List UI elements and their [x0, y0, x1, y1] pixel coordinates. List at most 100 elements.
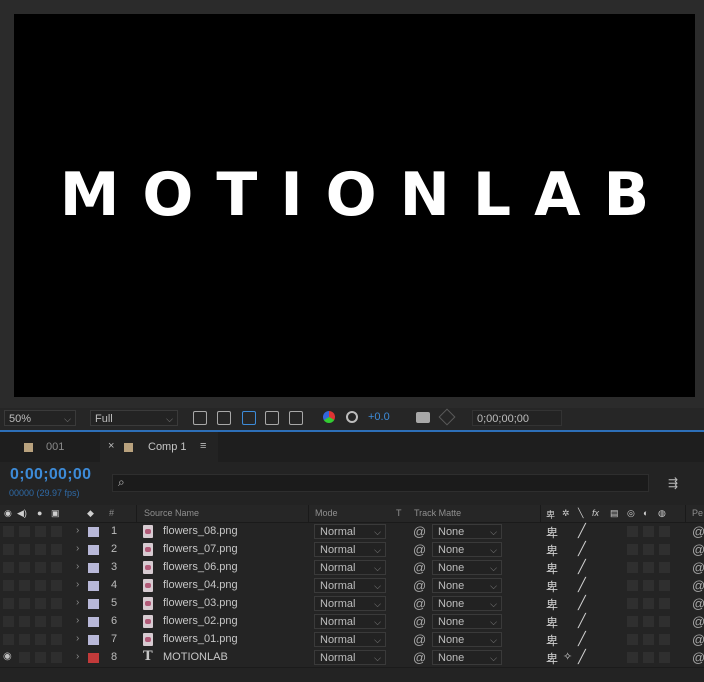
show-snapshot-icon[interactable] [438, 408, 456, 426]
3d-switch[interactable] [659, 598, 670, 609]
track-matte-pickwhip-icon[interactable]: @ [413, 650, 426, 665]
track-matte-pickwhip-icon[interactable]: @ [413, 596, 426, 611]
audio-toggle[interactable] [19, 616, 30, 627]
track-matte-dropdown[interactable]: None ⌵ [432, 560, 502, 575]
3d-switch[interactable] [659, 544, 670, 555]
shy-switch-icon[interactable]: 卑 [546, 596, 558, 613]
track-matte-pickwhip-icon[interactable]: @ [413, 524, 426, 539]
track-matte-dropdown[interactable]: None ⌵ [432, 524, 502, 539]
transparency-grid-icon[interactable] [217, 411, 231, 425]
quality-switch-icon[interactable]: ╲ [578, 508, 583, 519]
quality-switch-icon[interactable]: ╱ [578, 613, 586, 629]
layer-search-input[interactable]: ⌕ [112, 474, 649, 492]
solo-toggle[interactable] [35, 616, 46, 627]
quality-switch-icon[interactable]: ╱ [578, 541, 586, 557]
blend-mode-dropdown[interactable]: Normal ⌵ [314, 632, 386, 647]
blend-mode-dropdown[interactable]: Normal ⌵ [314, 578, 386, 593]
layer-source-name[interactable]: flowers_04.png [163, 579, 238, 591]
blend-mode-dropdown[interactable]: Normal ⌵ [314, 560, 386, 575]
solo-toggle[interactable] [35, 652, 46, 663]
expand-chevron-icon[interactable]: › [76, 525, 79, 536]
adjustment-switch[interactable] [643, 616, 654, 627]
shy-switch-icon[interactable]: 卑 [546, 632, 558, 649]
adjustment-switch[interactable] [643, 598, 654, 609]
parent-pickwhip-icon[interactable]: @ [692, 560, 704, 575]
expand-chevron-icon[interactable]: › [76, 579, 79, 590]
parent-pickwhip-icon[interactable]: @ [692, 542, 704, 557]
motion-blur-switch[interactable] [627, 544, 638, 555]
layer-source-name[interactable]: MOTIONLAB [163, 651, 228, 663]
track-matte-dropdown[interactable]: None ⌵ [432, 632, 502, 647]
shy-switch-icon[interactable]: 卑 [546, 560, 558, 577]
expand-chevron-icon[interactable]: › [76, 561, 79, 572]
track-matte-dropdown[interactable]: None ⌵ [432, 578, 502, 593]
track-matte-pickwhip-icon[interactable]: @ [413, 542, 426, 557]
snapshot-camera-icon[interactable] [416, 412, 430, 423]
expand-chevron-icon[interactable]: › [76, 651, 79, 662]
3d-switch[interactable] [659, 562, 670, 573]
track-matte-dropdown[interactable]: None ⌵ [432, 614, 502, 629]
layer-source-name[interactable]: flowers_07.png [163, 543, 238, 555]
track-matte-dropdown[interactable]: None ⌵ [432, 596, 502, 611]
audio-toggle[interactable] [19, 652, 30, 663]
tab-001[interactable]: 001 [20, 432, 100, 462]
parent-pickwhip-icon[interactable]: @ [692, 650, 704, 665]
layer-source-name[interactable]: flowers_03.png [163, 597, 238, 609]
audio-column-icon[interactable]: ◀) [17, 508, 27, 519]
track-matte-dropdown[interactable]: None ⌵ [432, 542, 502, 557]
layer-label-swatch[interactable] [88, 635, 99, 645]
composition-text-layer[interactable]: MOTIONLAB [14, 160, 695, 230]
label-column-icon[interactable]: ◆ [87, 508, 94, 519]
lock-toggle[interactable] [51, 616, 62, 627]
solo-toggle[interactable] [35, 598, 46, 609]
solo-toggle[interactable] [35, 526, 46, 537]
adjustment-layer-icon[interactable]: ◐ [643, 508, 648, 518]
layer-source-name[interactable]: flowers_06.png [163, 561, 238, 573]
column-number[interactable]: # [109, 508, 114, 518]
adjustment-switch[interactable] [643, 562, 654, 573]
lock-toggle[interactable] [51, 580, 62, 591]
shy-switch-icon[interactable]: 卑 [546, 524, 558, 541]
layer-row[interactable]: › 3 flowers_06.png Normal ⌵ @ None ⌵ 卑 ╱ @ [0, 559, 704, 578]
solo-toggle[interactable] [35, 544, 46, 555]
adjustment-switch[interactable] [643, 634, 654, 645]
visibility-toggle[interactable] [3, 634, 14, 645]
reset-exposure-icon[interactable] [346, 411, 358, 423]
layer-label-swatch[interactable] [88, 653, 99, 663]
shy-switch-icon[interactable]: 卑 [546, 578, 558, 595]
layer-row[interactable]: › 5 flowers_03.png Normal ⌵ @ None ⌵ 卑 ╱ @ [0, 595, 704, 614]
collapse-switch-icon[interactable]: ✧ [563, 650, 572, 663]
eye-column-icon[interactable]: ◉ [4, 508, 12, 519]
audio-toggle[interactable] [19, 634, 30, 645]
quality-switch-icon[interactable]: ╱ [578, 559, 586, 575]
collapse-switch-icon[interactable]: ✲ [562, 508, 570, 519]
layer-row[interactable]: › 2 flowers_07.png Normal ⌵ @ None ⌵ 卑 ╱ @ [0, 541, 704, 560]
column-mode[interactable]: Mode [315, 508, 338, 518]
layer-label-swatch[interactable] [88, 599, 99, 609]
track-matte-dropdown[interactable]: None ⌵ [432, 650, 502, 665]
solo-toggle[interactable] [35, 634, 46, 645]
audio-toggle[interactable] [19, 598, 30, 609]
eye-icon[interactable]: ◉ [3, 651, 14, 662]
fast-previews-icon[interactable] [193, 411, 207, 425]
3d-switch[interactable] [659, 526, 670, 537]
visibility-toggle[interactable] [3, 616, 14, 627]
layer-row[interactable]: ◉ › 8 T MOTIONLAB Normal ⌵ @ None ⌵ 卑 ✧ ╱ … [0, 649, 704, 668]
quality-switch-icon[interactable]: ╱ [578, 577, 586, 593]
3d-layer-icon[interactable]: ◍ [658, 508, 666, 519]
shy-switch-icon[interactable]: 卑 [546, 614, 558, 631]
track-matte-pickwhip-icon[interactable]: @ [413, 614, 426, 629]
visibility-toggle[interactable] [3, 562, 14, 573]
shy-switch-icon[interactable]: 卑 [546, 542, 558, 559]
frame-blending-icon[interactable]: ▤ [610, 508, 619, 519]
parent-pickwhip-icon[interactable]: @ [692, 596, 704, 611]
motion-blur-icon[interactable]: ◎ [627, 508, 635, 519]
audio-toggle[interactable] [19, 580, 30, 591]
blend-mode-dropdown[interactable]: Normal ⌵ [314, 542, 386, 557]
solo-column-icon[interactable]: ● [37, 508, 42, 518]
layer-row[interactable]: › 7 flowers_01.png Normal ⌵ @ None ⌵ 卑 ╱ @ [0, 631, 704, 650]
blend-mode-dropdown[interactable]: Normal ⌵ [314, 614, 386, 629]
parent-pickwhip-icon[interactable]: @ [692, 578, 704, 593]
magnification-dropdown[interactable]: 50% ⌵ [4, 410, 76, 426]
3d-switch[interactable] [659, 634, 670, 645]
